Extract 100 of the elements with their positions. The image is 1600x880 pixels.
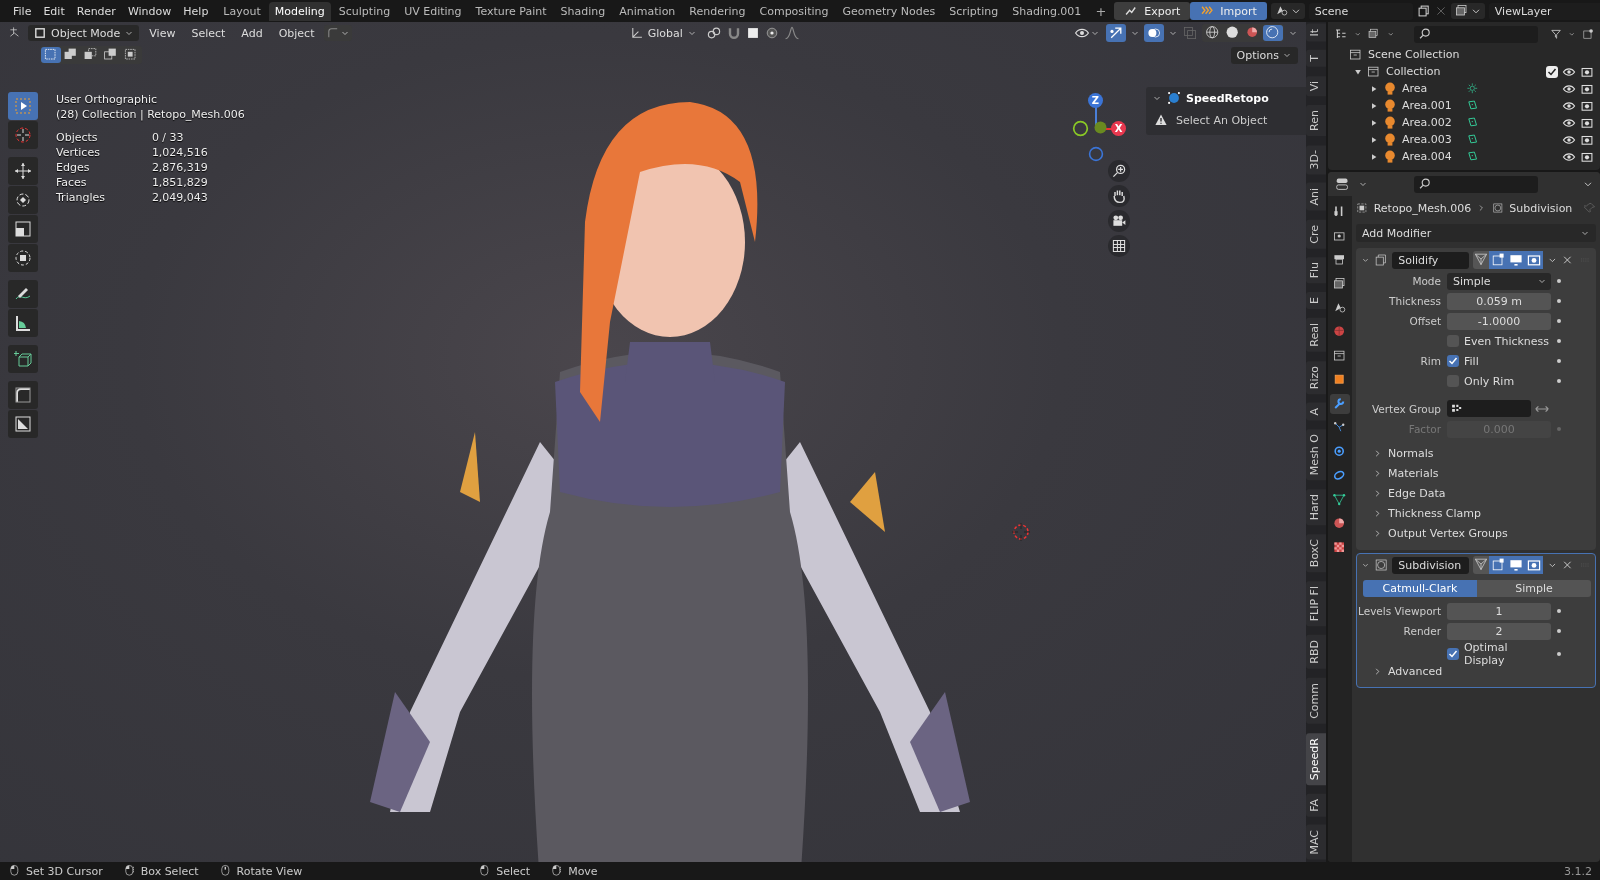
view-layer-field[interactable]: ViewLayer: [1488, 2, 1600, 20]
status-hint: Box Select: [140, 864, 199, 878]
tree-item[interactable]: Area: [1402, 82, 1462, 95]
sidebar-tab[interactable]: SpeedR: [1306, 732, 1326, 785]
mode-dropdown[interactable]: Simple: [1447, 272, 1551, 290]
stat-value: 2,049,043: [151, 190, 209, 205]
subpanel-header[interactable]: Edge Data: [1357, 483, 1595, 503]
status-hint: Rotate View: [236, 864, 303, 878]
menu-item[interactable]: File: [8, 2, 37, 20]
sidebar-tab[interactable]: T: [1306, 50, 1326, 68]
sidebar-tab[interactable]: FLIP Fl: [1306, 581, 1326, 627]
view-name: User Orthographic: [56, 92, 159, 107]
menu-item[interactable]: Edit: [38, 2, 70, 20]
sidebar-tab[interactable]: Hard: [1306, 489, 1326, 526]
workspace-tab[interactable]: Shading.001: [1006, 1, 1088, 21]
sidebar-tab[interactable]: Real: [1306, 318, 1326, 352]
workspace-tab[interactable]: Shading: [554, 1, 612, 21]
field-label: Offset: [1408, 315, 1441, 327]
field-label: Levels Viewport: [1357, 605, 1441, 617]
segment-button[interactable]: Catmull-Clark: [1363, 580, 1477, 597]
options-dropdown[interactable]: Options: [1230, 46, 1298, 64]
sidebar-tab[interactable]: Ren: [1306, 105, 1326, 137]
panel-title: SpeedRetopo: [1186, 91, 1269, 105]
sidebar-tab[interactable]: E: [1306, 292, 1326, 310]
sidebar-tab[interactable]: Cre: [1306, 219, 1326, 249]
scene-field[interactable]: Scene: [1308, 2, 1413, 20]
workspace-tab[interactable]: Animation: [613, 1, 682, 21]
sidebar-tab[interactable]: BoxC: [1306, 534, 1326, 573]
mode-dropdown[interactable]: Object Mode: [28, 25, 140, 41]
tree-item[interactable]: Collection: [1386, 65, 1441, 78]
sidebar-tab[interactable]: Comm: [1306, 677, 1326, 724]
sidebar-tab[interactable]: Mesh O: [1306, 429, 1326, 481]
menu-item[interactable]: Window: [122, 2, 177, 20]
modifier-name-field[interactable]: Solidify: [1392, 251, 1469, 269]
menu-item[interactable]: Render: [71, 2, 121, 20]
sidebar-tab[interactable]: Vi: [1306, 76, 1326, 97]
modifier-name-field[interactable]: Subdivision: [1392, 556, 1469, 574]
sidebar-tab[interactable]: A: [1306, 402, 1326, 421]
breadcrumb-object: Retopo_Mesh.006: [1373, 201, 1472, 215]
field-label: Vertex Group: [1370, 403, 1441, 415]
add-workspace-button[interactable]: +: [1089, 3, 1113, 19]
stat-value: 1,024,516: [151, 145, 209, 160]
import-button[interactable]: Import: [1190, 2, 1267, 20]
sidebar-tab[interactable]: It: [1306, 24, 1326, 42]
field-label: Rim: [1419, 355, 1441, 367]
collection-label: (28) Collection | Retopo_Mesh.006: [56, 107, 245, 122]
workspace-tab[interactable]: Sculpting: [332, 1, 397, 21]
checkbox-label: Fill: [1464, 354, 1479, 368]
tree-item[interactable]: Area.002: [1402, 116, 1462, 129]
field-label: Mode: [1411, 275, 1441, 287]
workspace-tab[interactable]: Modeling: [268, 1, 331, 21]
axis-button[interactable]: X: [1111, 121, 1126, 136]
menu-item[interactable]: Help: [178, 2, 214, 20]
tree-item[interactable]: Area.004: [1402, 150, 1462, 163]
sidebar-tab[interactable]: FA: [1306, 793, 1326, 817]
sidebar-tab[interactable]: Ani: [1306, 183, 1326, 211]
workspace-tab[interactable]: Rendering: [683, 1, 752, 21]
sidebar-tab[interactable]: 3D-: [1306, 144, 1326, 175]
subpanel-title: Thickness Clamp: [1388, 506, 1482, 520]
subpanel-title: Output Vertex Groups: [1388, 526, 1508, 540]
number-field[interactable]: 2: [1447, 622, 1551, 640]
sidebar-tab[interactable]: MAC: [1306, 825, 1326, 860]
subpanel-header[interactable]: Materials: [1357, 463, 1595, 483]
tree-item[interactable]: Area.001: [1402, 99, 1462, 112]
subpanel-header[interactable]: Normals: [1357, 443, 1595, 463]
stat-label: Faces: [56, 175, 88, 190]
axis-button[interactable]: Z: [1088, 93, 1103, 108]
workspace-tab[interactable]: Geometry Nodes: [836, 1, 942, 21]
subpanel-header[interactable]: Output Vertex Groups: [1357, 523, 1595, 543]
segment-button[interactable]: Simple: [1477, 580, 1591, 597]
stat-value: 2,876,319: [151, 160, 209, 175]
tree-item[interactable]: Area.003: [1402, 133, 1462, 146]
subpanel-title: Normals: [1388, 446, 1434, 460]
workspace-tab[interactable]: UV Editing: [398, 1, 468, 21]
status-hint: Select: [496, 864, 531, 878]
stat-value: 1,851,829: [151, 175, 209, 190]
checkbox-label: Only Rim: [1464, 374, 1515, 388]
workspace-tab[interactable]: Texture Paint: [469, 1, 553, 21]
stat-value: 0 / 33: [151, 130, 185, 145]
workspace-tab[interactable]: Scripting: [943, 1, 1005, 21]
menu-item[interactable]: View: [143, 24, 182, 42]
sidebar-tab[interactable]: RBD: [1306, 635, 1326, 670]
add-modifier-dropdown[interactable]: Add Modifier: [1356, 224, 1596, 242]
workspace-tab[interactable]: Compositing: [753, 1, 835, 21]
subpanel-header[interactable]: Thickness Clamp: [1357, 503, 1595, 523]
menu-item[interactable]: Object: [272, 24, 321, 42]
orientation-dropdown[interactable]: Global: [624, 25, 702, 41]
sidebar-tab[interactable]: Rizo: [1306, 360, 1326, 394]
subpanel-title: Materials: [1388, 466, 1439, 480]
sidebar-tab[interactable]: Flu: [1306, 257, 1326, 284]
workspace-tab[interactable]: Layout: [217, 1, 267, 21]
tree-item[interactable]: Scene Collection: [1368, 48, 1460, 61]
subpanel-title: Advanced: [1388, 664, 1443, 678]
menu-item[interactable]: Select: [185, 24, 232, 42]
export-button[interactable]: Export: [1114, 2, 1191, 20]
menu-item[interactable]: Add: [235, 24, 269, 42]
number-field[interactable]: 1: [1447, 602, 1551, 620]
status-hint: Set 3D Cursor: [26, 864, 103, 878]
number-field[interactable]: 0.059 m: [1447, 292, 1551, 310]
number-field[interactable]: -1.0000: [1447, 312, 1551, 330]
